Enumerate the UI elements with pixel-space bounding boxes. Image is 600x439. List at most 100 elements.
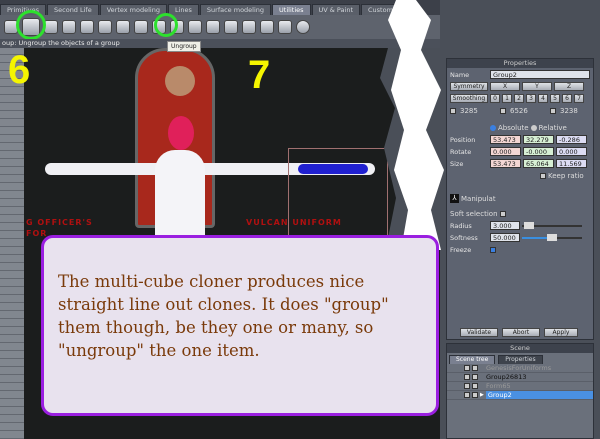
tab-utilities[interactable]: Utilities bbox=[272, 4, 311, 15]
lock-icon[interactable] bbox=[464, 374, 470, 380]
smooth-0[interactable]: 0 bbox=[490, 94, 500, 103]
smooth-4[interactable]: 4 bbox=[538, 94, 548, 103]
soft-selection-checkbox[interactable] bbox=[499, 210, 506, 217]
tooltip: Ungroup bbox=[167, 41, 201, 52]
lock-icon[interactable] bbox=[464, 383, 470, 389]
z-button[interactable]: Z bbox=[554, 82, 584, 91]
y-button[interactable]: Y bbox=[522, 82, 552, 91]
item-label: Group26813 bbox=[486, 373, 527, 381]
tab-lines[interactable]: Lines bbox=[167, 4, 199, 15]
tab-scene-tree[interactable]: Scene tree bbox=[449, 355, 496, 364]
eye-icon[interactable] bbox=[472, 365, 478, 371]
radius-field[interactable]: 3.000 bbox=[490, 221, 520, 230]
rotate-x[interactable]: 0.000 bbox=[490, 147, 521, 156]
panel-title: Properties bbox=[447, 59, 593, 68]
number-label: 7 bbox=[248, 53, 271, 97]
position-x[interactable]: 53.473 bbox=[490, 135, 521, 144]
expand-arrow-icon[interactable]: ▶ bbox=[480, 392, 484, 398]
size-z[interactable]: 11.569 bbox=[556, 159, 587, 168]
cone-icon[interactable] bbox=[98, 20, 112, 34]
scene-panel: Scene Scene tree Properties GenesisForUn… bbox=[446, 343, 594, 439]
pyramid-icon[interactable] bbox=[278, 20, 292, 34]
properties-panel: Properties Name Group2 Symmetry X Y Z Smooth… bbox=[446, 58, 594, 340]
freeze-checkbox[interactable] bbox=[490, 246, 496, 253]
lock-icon[interactable] bbox=[464, 365, 470, 371]
align-icon[interactable] bbox=[62, 20, 76, 34]
cubes-icon[interactable] bbox=[44, 20, 58, 34]
shapes-icon[interactable] bbox=[80, 20, 94, 34]
soft-selection-label: Soft selection bbox=[450, 209, 498, 218]
smooth-2[interactable]: 2 bbox=[514, 94, 524, 103]
radius-slider[interactable] bbox=[522, 221, 582, 229]
apply-button[interactable]: Apply bbox=[544, 328, 578, 337]
smooth-7[interactable]: 7 bbox=[574, 94, 584, 103]
polygon-icon[interactable] bbox=[242, 20, 256, 34]
label-officer: G OFFICER'S bbox=[26, 218, 93, 227]
smoothing-button[interactable]: Smoothing bbox=[450, 94, 488, 103]
rotate-z[interactable]: 0.000 bbox=[556, 147, 587, 156]
item-label: Form65 bbox=[486, 382, 511, 390]
size-y[interactable]: 65.064 bbox=[523, 159, 554, 168]
lock-icon[interactable] bbox=[464, 392, 470, 398]
tab-surface-modeling[interactable]: Surface modeling bbox=[199, 4, 272, 15]
eye-icon[interactable] bbox=[472, 383, 478, 389]
softness-slider[interactable] bbox=[522, 233, 582, 241]
edge-count: 6526 bbox=[510, 106, 528, 115]
keep-ratio-checkbox[interactable] bbox=[540, 172, 546, 179]
abort-button[interactable]: Abort bbox=[502, 328, 540, 337]
tab-vertex-modeling[interactable]: Vertex modeling bbox=[99, 4, 167, 15]
x-button[interactable]: X bbox=[490, 82, 520, 91]
number-label: 6 bbox=[8, 48, 31, 92]
position-y[interactable]: 32.279 bbox=[523, 135, 554, 144]
name-field[interactable]: Group2 bbox=[490, 70, 590, 79]
tab-uv-paint[interactable]: UV & Paint bbox=[311, 4, 361, 15]
absolute-label: Absolute bbox=[498, 123, 529, 132]
face-icon bbox=[550, 107, 556, 114]
eye-icon[interactable] bbox=[472, 392, 478, 398]
edge-icon bbox=[500, 107, 506, 114]
figure-head bbox=[165, 66, 195, 96]
manipulator-label: Manipulat bbox=[461, 194, 496, 203]
position-z[interactable]: -0.286 bbox=[556, 135, 587, 144]
selection-box bbox=[288, 148, 388, 248]
tab-second-life[interactable]: Second Life bbox=[47, 4, 99, 15]
capsule-icon[interactable] bbox=[116, 20, 130, 34]
tab-bar: Primitives Second Life Vertex modeling L… bbox=[0, 0, 440, 15]
item-label: GenesisForUniforms bbox=[486, 364, 552, 372]
rotate-label: Rotate bbox=[450, 147, 472, 156]
relative-radio[interactable] bbox=[530, 124, 537, 131]
smooth-1[interactable]: 1 bbox=[502, 94, 512, 103]
logo-icon[interactable] bbox=[296, 20, 310, 34]
smooth-6[interactable]: 6 bbox=[562, 94, 572, 103]
sphere-icon[interactable] bbox=[206, 20, 220, 34]
size-label: Size bbox=[450, 159, 464, 168]
symmetry-button[interactable]: Symmetry bbox=[450, 82, 488, 91]
vertex-icon bbox=[450, 107, 456, 114]
vertex-count: 3285 bbox=[460, 106, 478, 115]
highlight-circle bbox=[16, 10, 46, 40]
absolute-radio[interactable] bbox=[490, 124, 496, 131]
tree-item[interactable]: Group26813 bbox=[447, 373, 593, 382]
eye-icon[interactable] bbox=[472, 374, 478, 380]
status-bar: oup: Ungroup the objects of a group bbox=[0, 39, 440, 48]
smooth-5[interactable]: 5 bbox=[550, 94, 560, 103]
tree-item[interactable]: GenesisForUniforms bbox=[447, 364, 593, 373]
validate-button[interactable]: Validate bbox=[460, 328, 498, 337]
ghost-dark-icon[interactable] bbox=[188, 20, 202, 34]
size-x[interactable]: 53.473 bbox=[490, 159, 521, 168]
tree-item[interactable]: Form65 bbox=[447, 382, 593, 391]
softness-field[interactable]: 50.000 bbox=[490, 233, 520, 242]
item-label: Group2 bbox=[485, 391, 593, 399]
toolbar bbox=[0, 15, 440, 39]
smooth-3[interactable]: 3 bbox=[526, 94, 536, 103]
flag-icon[interactable] bbox=[224, 20, 238, 34]
tree-item-selected[interactable]: ▶ Group2 bbox=[447, 391, 593, 400]
tab-scene-properties[interactable]: Properties bbox=[498, 355, 543, 364]
label-for: FOR bbox=[26, 229, 48, 238]
cylinder-icon[interactable] bbox=[260, 20, 274, 34]
chain-icon[interactable] bbox=[134, 20, 148, 34]
freeze-label: Freeze bbox=[450, 245, 472, 254]
mannequin-head bbox=[168, 116, 194, 150]
rotate-y[interactable]: -0.000 bbox=[523, 147, 554, 156]
manipulator-icon[interactable]: ⅄ bbox=[450, 194, 459, 203]
